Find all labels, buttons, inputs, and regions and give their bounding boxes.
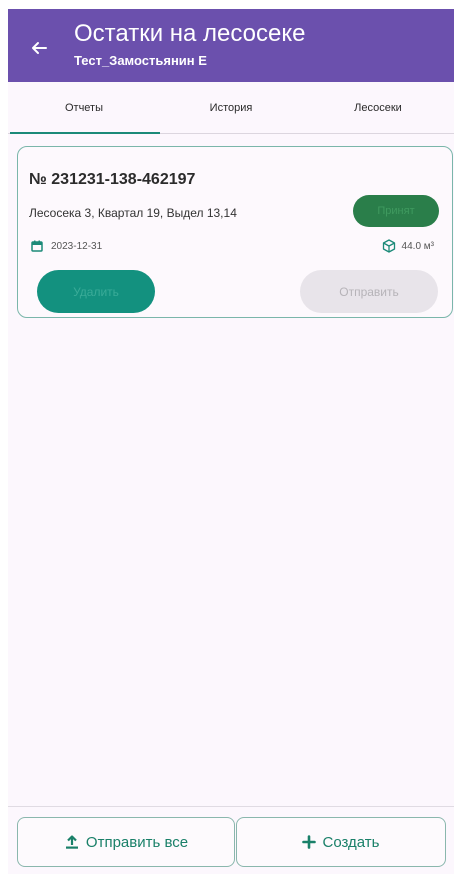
plus-icon [302,835,317,849]
app-screen: Остатки на лесосеке Тест_Замостьянин Е О… [8,9,454,874]
tab-label: Лесосеки [354,102,402,114]
tab-bar: Отчеты История Лесосеки [8,82,454,134]
report-number: № 231231-138-462197 [29,171,196,188]
send-all-button[interactable]: Отправить все [17,817,235,867]
upload-icon [64,834,80,850]
create-label: Создать [322,833,380,851]
page-subtitle: Тест_Замостьянин Е [74,53,207,68]
create-button[interactable]: Создать [236,817,446,867]
page-title: Остатки на лесосеке [74,20,306,47]
app-bar: Остатки на лесосеке Тест_Замостьянин Е [8,9,454,82]
calendar-icon [31,240,43,252]
tab-history[interactable]: История [157,82,305,134]
cube-icon [382,239,396,253]
delete-button[interactable]: Удалить [37,270,155,313]
bottom-action-bar: Отправить все Создать [8,806,454,874]
tab-reports[interactable]: Отчеты [10,82,158,134]
status-badge: Принят [353,195,439,227]
report-volume: 44.0 м³ [401,240,434,252]
date-row: 2023-12-31 [31,237,102,255]
tab-label: История [209,102,253,114]
send-button[interactable]: Отправить [300,270,438,313]
tab-label: Отчеты [64,102,104,114]
back-button[interactable] [24,33,54,63]
report-location: Лесосека 3, Квартал 19, Выдел 13,14 [29,206,237,220]
report-date: 2023-12-31 [51,240,103,252]
report-card[interactable]: № 231231-138-462197 Лесосека 3, Квартал … [17,146,453,318]
volume-row: 44.0 м³ [382,237,434,255]
arrow-left-icon [32,42,47,54]
active-tab-indicator [10,132,160,134]
send-all-label: Отправить все [85,833,189,851]
tab-plots[interactable]: Лесосеки [304,82,452,134]
